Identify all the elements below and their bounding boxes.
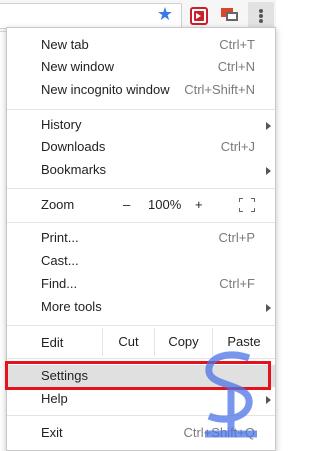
menu-item-label: New tab <box>41 37 89 52</box>
menu-item-more-tools[interactable]: More tools <box>7 296 275 318</box>
menu-item-label: More tools <box>41 299 102 314</box>
menu-item-shortcut: Ctrl+F <box>219 276 255 291</box>
edit-label: Edit <box>41 335 64 350</box>
menu-item-shortcut: Ctrl+P <box>218 230 255 245</box>
zoom-out-button[interactable]: – <box>123 197 130 212</box>
menu-item-shortcut: Ctrl+J <box>220 139 255 154</box>
menu-item-label: New window <box>41 59 114 74</box>
cast-icon[interactable] <box>221 8 239 24</box>
menu-item-label: Downloads <box>41 139 106 154</box>
zoom-in-button[interactable]: + <box>195 197 203 212</box>
zoom-row: Zoom – 100% + <box>7 190 275 220</box>
menu-item-label: Cast... <box>41 253 79 268</box>
menu-item-find[interactable]: Find... Ctrl+F <box>7 273 275 295</box>
submenu-arrow-icon <box>266 167 271 175</box>
zoom-level: 100% <box>148 197 182 212</box>
menu-item-history[interactable]: History <box>7 114 275 136</box>
kebab-menu-button[interactable] <box>248 2 274 30</box>
menu-item-label: Exit <box>41 425 63 440</box>
menu-item-new-incognito-window[interactable]: New incognito window Ctrl+Shift+N <box>7 79 275 101</box>
extension-red-icon[interactable] <box>190 7 208 25</box>
menu-item-cast[interactable]: Cast... <box>7 250 275 272</box>
cut-button[interactable]: Cut <box>102 328 154 356</box>
menu-item-bookmarks[interactable]: Bookmarks <box>7 159 275 181</box>
menu-item-shortcut: Ctrl+N <box>217 59 255 74</box>
submenu-arrow-icon <box>266 304 271 312</box>
menu-item-shortcut: Ctrl+Shift+N <box>184 82 255 97</box>
menu-item-label: Bookmarks <box>41 162 107 177</box>
watermark-logo <box>205 351 257 438</box>
menu-item-label: Help <box>41 391 68 406</box>
menu-item-label: Print... <box>41 230 79 245</box>
menu-item-print[interactable]: Print... Ctrl+P <box>7 227 275 249</box>
menu-item-new-window[interactable]: New window Ctrl+N <box>7 56 275 78</box>
menu-item-label: Find... <box>41 276 78 291</box>
submenu-arrow-icon <box>266 122 271 130</box>
menu-item-label: History <box>41 117 82 132</box>
star-icon[interactable]: ★ <box>155 5 175 25</box>
zoom-label: Zoom <box>41 197 75 212</box>
kebab-menu-icon <box>259 9 263 23</box>
menu-divider <box>7 188 275 189</box>
menu-item-shortcut: Ctrl+T <box>219 37 255 52</box>
menu-item-new-tab[interactable]: New tab Ctrl+T <box>7 34 275 56</box>
menu-divider <box>7 325 275 326</box>
menu-item-downloads[interactable]: Downloads Ctrl+J <box>7 136 275 158</box>
menu-item-label: New incognito window <box>41 82 170 97</box>
fullscreen-icon[interactable] <box>239 198 255 212</box>
submenu-arrow-icon <box>266 396 271 404</box>
menu-divider <box>7 109 275 110</box>
menu-divider <box>7 222 275 223</box>
